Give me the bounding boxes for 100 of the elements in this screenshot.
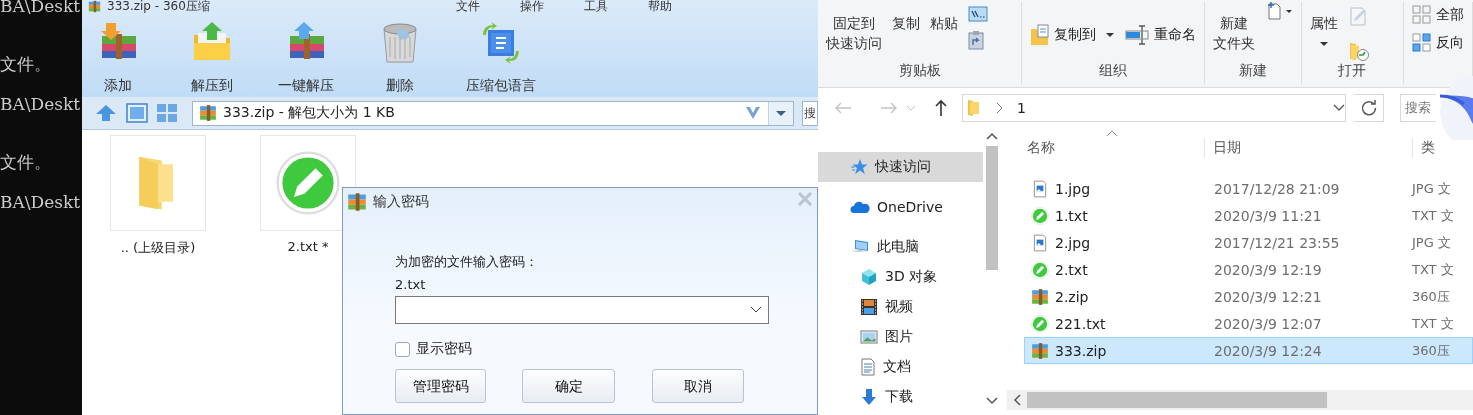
image-file-icon — [1031, 179, 1049, 198]
refresh-button[interactable] — [1354, 94, 1384, 122]
file-row[interactable]: 1.jpg 2017/12/28 21:09 JPG 文 — [1024, 175, 1473, 202]
file-row[interactable]: 1.txt 2020/3/9 11:21 TXT 文 — [1024, 202, 1473, 229]
ribbon-button[interactable]: 复制到 — [1030, 24, 1115, 46]
view-grid-icon — [156, 103, 178, 123]
date-cell-text: 2017/12/28 21:09 — [1213, 180, 1341, 197]
folder-history-icon[interactable] — [1348, 40, 1371, 62]
file-row[interactable]: 2.txt 2020/3/9 12:19 TXT 文 — [1024, 256, 1473, 283]
archive-icon — [199, 104, 217, 122]
sidebar-item[interactable]: 图片 — [818, 322, 984, 352]
sidebar-item[interactable]: 文档 — [818, 352, 984, 382]
ribbon-button[interactable]: 全部 — [1411, 5, 1464, 25]
scroll-down-icon[interactable] — [985, 397, 998, 405]
refresh-icon — [1359, 99, 1378, 117]
file-tile[interactable] — [110, 135, 206, 231]
file-row[interactable]: 2.jpg 2017/12/21 23:55 JPG 文 — [1024, 229, 1473, 256]
pencil-icon — [276, 151, 340, 215]
file-name: 333.zip — [1055, 342, 1107, 359]
file-name: .. (上级目录) — [120, 239, 196, 257]
console-line: 文件。 — [0, 152, 51, 172]
search-field[interactable]: 搜索 — [1400, 94, 1436, 122]
ribbon-group-label: 打开 — [1337, 62, 1368, 80]
scroll-left-icon[interactable] — [1013, 394, 1021, 406]
file-name: 2.zip — [1055, 288, 1089, 305]
console-line: 文件。 — [0, 54, 51, 74]
file-name: 2.txt — [1055, 261, 1088, 278]
path-copy-icon[interactable] — [968, 6, 988, 22]
pencil-icon — [1031, 260, 1049, 279]
window-title: 333.zip - 360压缩 — [107, 0, 210, 13]
address-field[interactable]: 1 — [962, 94, 1346, 122]
ribbon-button[interactable]: 重命名 — [1124, 24, 1197, 46]
type-cell: TXT 文 — [1412, 206, 1454, 225]
column-header[interactable]: 名称 — [1024, 139, 1205, 157]
menu-item[interactable]: 帮助 — [648, 0, 672, 13]
menu-item[interactable]: 文件 — [456, 0, 480, 13]
ribbon-button[interactable]: 属性 — [1310, 2, 1339, 53]
type-cell: TXT 文 — [1412, 314, 1454, 333]
check-v-icon — [744, 105, 763, 121]
type-cell: JPG 文 — [1412, 233, 1451, 252]
chevron-down-icon — [750, 306, 762, 314]
file-row[interactable]: 2.zip 2020/3/9 12:21 360压 — [1024, 283, 1473, 310]
cloud-icon — [850, 200, 870, 214]
cube-icon — [860, 268, 878, 286]
picture-icon — [860, 329, 878, 345]
file-name: 1.txt — [1055, 207, 1088, 224]
folder-copy-icon — [1030, 24, 1051, 46]
ribbon-group-label: 新建 — [1238, 62, 1269, 80]
ribbon-group-label: 剪贴板 — [897, 62, 942, 80]
prompt-text: 为加密的文件输入密码： — [395, 253, 538, 271]
menu-item[interactable]: 操作 — [520, 0, 544, 13]
console-line: BA\Deskt — [0, 192, 81, 212]
chevron-down-icon — [1333, 104, 1345, 112]
horizontal-scrollbar[interactable] — [1007, 390, 1473, 410]
file-row[interactable]: 333.zip 2020/3/9 12:24 360压 — [1024, 337, 1473, 364]
ribbon-button[interactable]: 新建 文件夹 — [1213, 2, 1256, 53]
archive-icon — [88, 0, 101, 13]
ribbon-button[interactable]: 复制 — [892, 2, 920, 33]
file-name: 221.txt — [1055, 315, 1106, 332]
invert-selection-icon — [1411, 33, 1432, 53]
sidebar-item[interactable]: OneDrive — [818, 192, 984, 222]
ribbon-button[interactable]: 固定到 快速访问 — [826, 2, 882, 53]
new-document-icon[interactable] — [1265, 2, 1294, 20]
sidebar-item[interactable]: 快速访问 — [818, 152, 984, 182]
type-cell: 360压 — [1412, 341, 1450, 360]
address-field[interactable]: 333.zip - 解包大小为 1 KB — [192, 100, 795, 126]
search-field[interactable]: 搜 — [802, 100, 818, 126]
ribbon-button[interactable]: 粘贴 — [930, 2, 958, 33]
column-header[interactable]: 类 — [1413, 139, 1473, 157]
date-cell-text: 2020/3/9 12:24 — [1213, 342, 1323, 359]
film-icon — [860, 298, 878, 316]
forward-arrow-icon — [880, 101, 898, 115]
paste-shortcut-icon[interactable] — [968, 30, 984, 50]
document-icon — [860, 358, 876, 376]
rename-icon — [1124, 24, 1151, 46]
dialog-button[interactable]: 取消 — [652, 369, 744, 403]
type-cell: TXT 文 — [1412, 260, 1454, 279]
sidebar-item[interactable]: 3D 对象 — [818, 262, 984, 292]
ribbon-button[interactable]: 反向 — [1411, 33, 1464, 53]
show-password-checkbox[interactable] — [395, 341, 410, 357]
file-name: 1.jpg — [1055, 180, 1091, 197]
dialog-button[interactable]: 确定 — [522, 369, 615, 403]
scroll-up-icon[interactable] — [985, 132, 998, 140]
up-arrow-icon — [934, 99, 948, 117]
pencil-icon — [1031, 206, 1049, 225]
dropdown-button[interactable] — [768, 101, 794, 125]
file-row[interactable]: 221.txt 2020/3/9 12:07 TXT 文 — [1024, 310, 1473, 337]
dialog-button[interactable]: 管理密码 — [395, 369, 486, 403]
dialog-title: 输入密码 — [373, 193, 429, 211]
sidebar-item[interactable]: 此电脑 — [818, 232, 984, 262]
up-arrow-icon — [94, 103, 118, 123]
sidebar-item[interactable]: 下载 — [818, 382, 984, 412]
menu-item[interactable]: 工具 — [584, 0, 608, 13]
column-header[interactable]: 日期 — [1205, 139, 1413, 157]
archive-icon — [347, 192, 367, 212]
sort-caret-icon — [1106, 130, 1118, 137]
back-arrow-icon — [834, 101, 852, 115]
date-cell-text: 2020/3/9 11:21 — [1213, 207, 1323, 224]
sidebar-item[interactable]: 视频 — [818, 292, 984, 322]
password-field[interactable] — [395, 296, 769, 324]
